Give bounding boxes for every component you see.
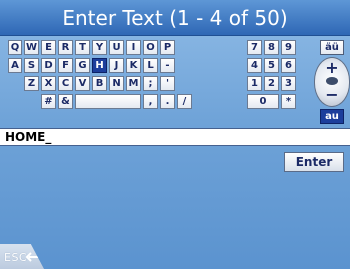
key-t[interactable]: T xyxy=(75,40,90,55)
key-i[interactable]: I xyxy=(126,40,141,55)
enter-button[interactable]: Enter xyxy=(284,152,344,172)
key-u[interactable]: U xyxy=(109,40,124,55)
key-r[interactable]: R xyxy=(58,40,73,55)
scroll-dial[interactable]: + − xyxy=(314,57,350,107)
key-9[interactable]: 9 xyxy=(281,40,296,55)
key-z[interactable]: Z xyxy=(24,76,39,91)
back-arrow-icon xyxy=(25,250,40,262)
key-e[interactable]: E xyxy=(41,40,56,55)
key-period[interactable]: . xyxy=(160,94,175,109)
page-title: Enter Text (1 - 4 of 50) xyxy=(62,6,288,30)
key-8[interactable]: 8 xyxy=(264,40,279,55)
key-2[interactable]: 2 xyxy=(264,76,279,91)
dial-center-icon xyxy=(326,77,338,85)
key-d[interactable]: D xyxy=(41,58,56,73)
key-4[interactable]: 4 xyxy=(247,58,262,73)
key-comma[interactable]: , xyxy=(143,94,158,109)
key-g[interactable]: G xyxy=(75,58,90,73)
key-7[interactable]: 7 xyxy=(247,40,262,55)
key-5[interactable]: 5 xyxy=(264,58,279,73)
umlaut-toggle-button[interactable]: äü xyxy=(320,40,344,55)
key-c[interactable]: C xyxy=(58,76,73,91)
key-k[interactable]: K xyxy=(126,58,141,73)
key-h[interactable]: H xyxy=(92,58,107,73)
key-1[interactable]: 1 xyxy=(247,76,262,91)
title-bar: Enter Text (1 - 4 of 50) xyxy=(0,0,350,36)
key-j[interactable]: J xyxy=(109,58,124,73)
key-apostrophe[interactable]: ' xyxy=(160,76,175,91)
key-a[interactable]: A xyxy=(8,58,22,73)
key-slash[interactable]: / xyxy=(177,94,192,109)
key-b[interactable]: B xyxy=(92,76,107,91)
au-toggle-button[interactable]: au xyxy=(320,109,344,124)
key-v[interactable]: V xyxy=(75,76,90,91)
key-f[interactable]: F xyxy=(58,58,73,73)
text-input[interactable]: HOME_ xyxy=(0,128,350,146)
minus-icon[interactable]: − xyxy=(315,87,349,103)
key-x[interactable]: X xyxy=(41,76,56,91)
key-6[interactable]: 6 xyxy=(281,58,296,73)
key-dash[interactable]: - xyxy=(160,58,175,73)
esc-button[interactable]: ESC xyxy=(0,244,44,269)
key-ampersand[interactable]: & xyxy=(58,94,73,109)
key-o[interactable]: O xyxy=(143,40,158,55)
key-l[interactable]: L xyxy=(143,58,158,73)
plus-icon[interactable]: + xyxy=(315,60,349,76)
key-0[interactable]: 0 xyxy=(247,94,279,109)
key-asterisk[interactable]: * xyxy=(281,94,296,109)
key-3[interactable]: 3 xyxy=(281,76,296,91)
key-semicolon[interactable]: ; xyxy=(143,76,158,91)
key-q[interactable]: Q xyxy=(8,40,22,55)
key-n[interactable]: N xyxy=(109,76,124,91)
key-s[interactable]: S xyxy=(24,58,39,73)
key-hash[interactable]: # xyxy=(41,94,56,109)
key-m[interactable]: M xyxy=(126,76,141,91)
key-space[interactable] xyxy=(75,94,141,109)
key-w[interactable]: W xyxy=(24,40,39,55)
key-y[interactable]: Y xyxy=(92,40,107,55)
esc-label: ESC xyxy=(4,251,28,264)
key-p[interactable]: P xyxy=(160,40,175,55)
